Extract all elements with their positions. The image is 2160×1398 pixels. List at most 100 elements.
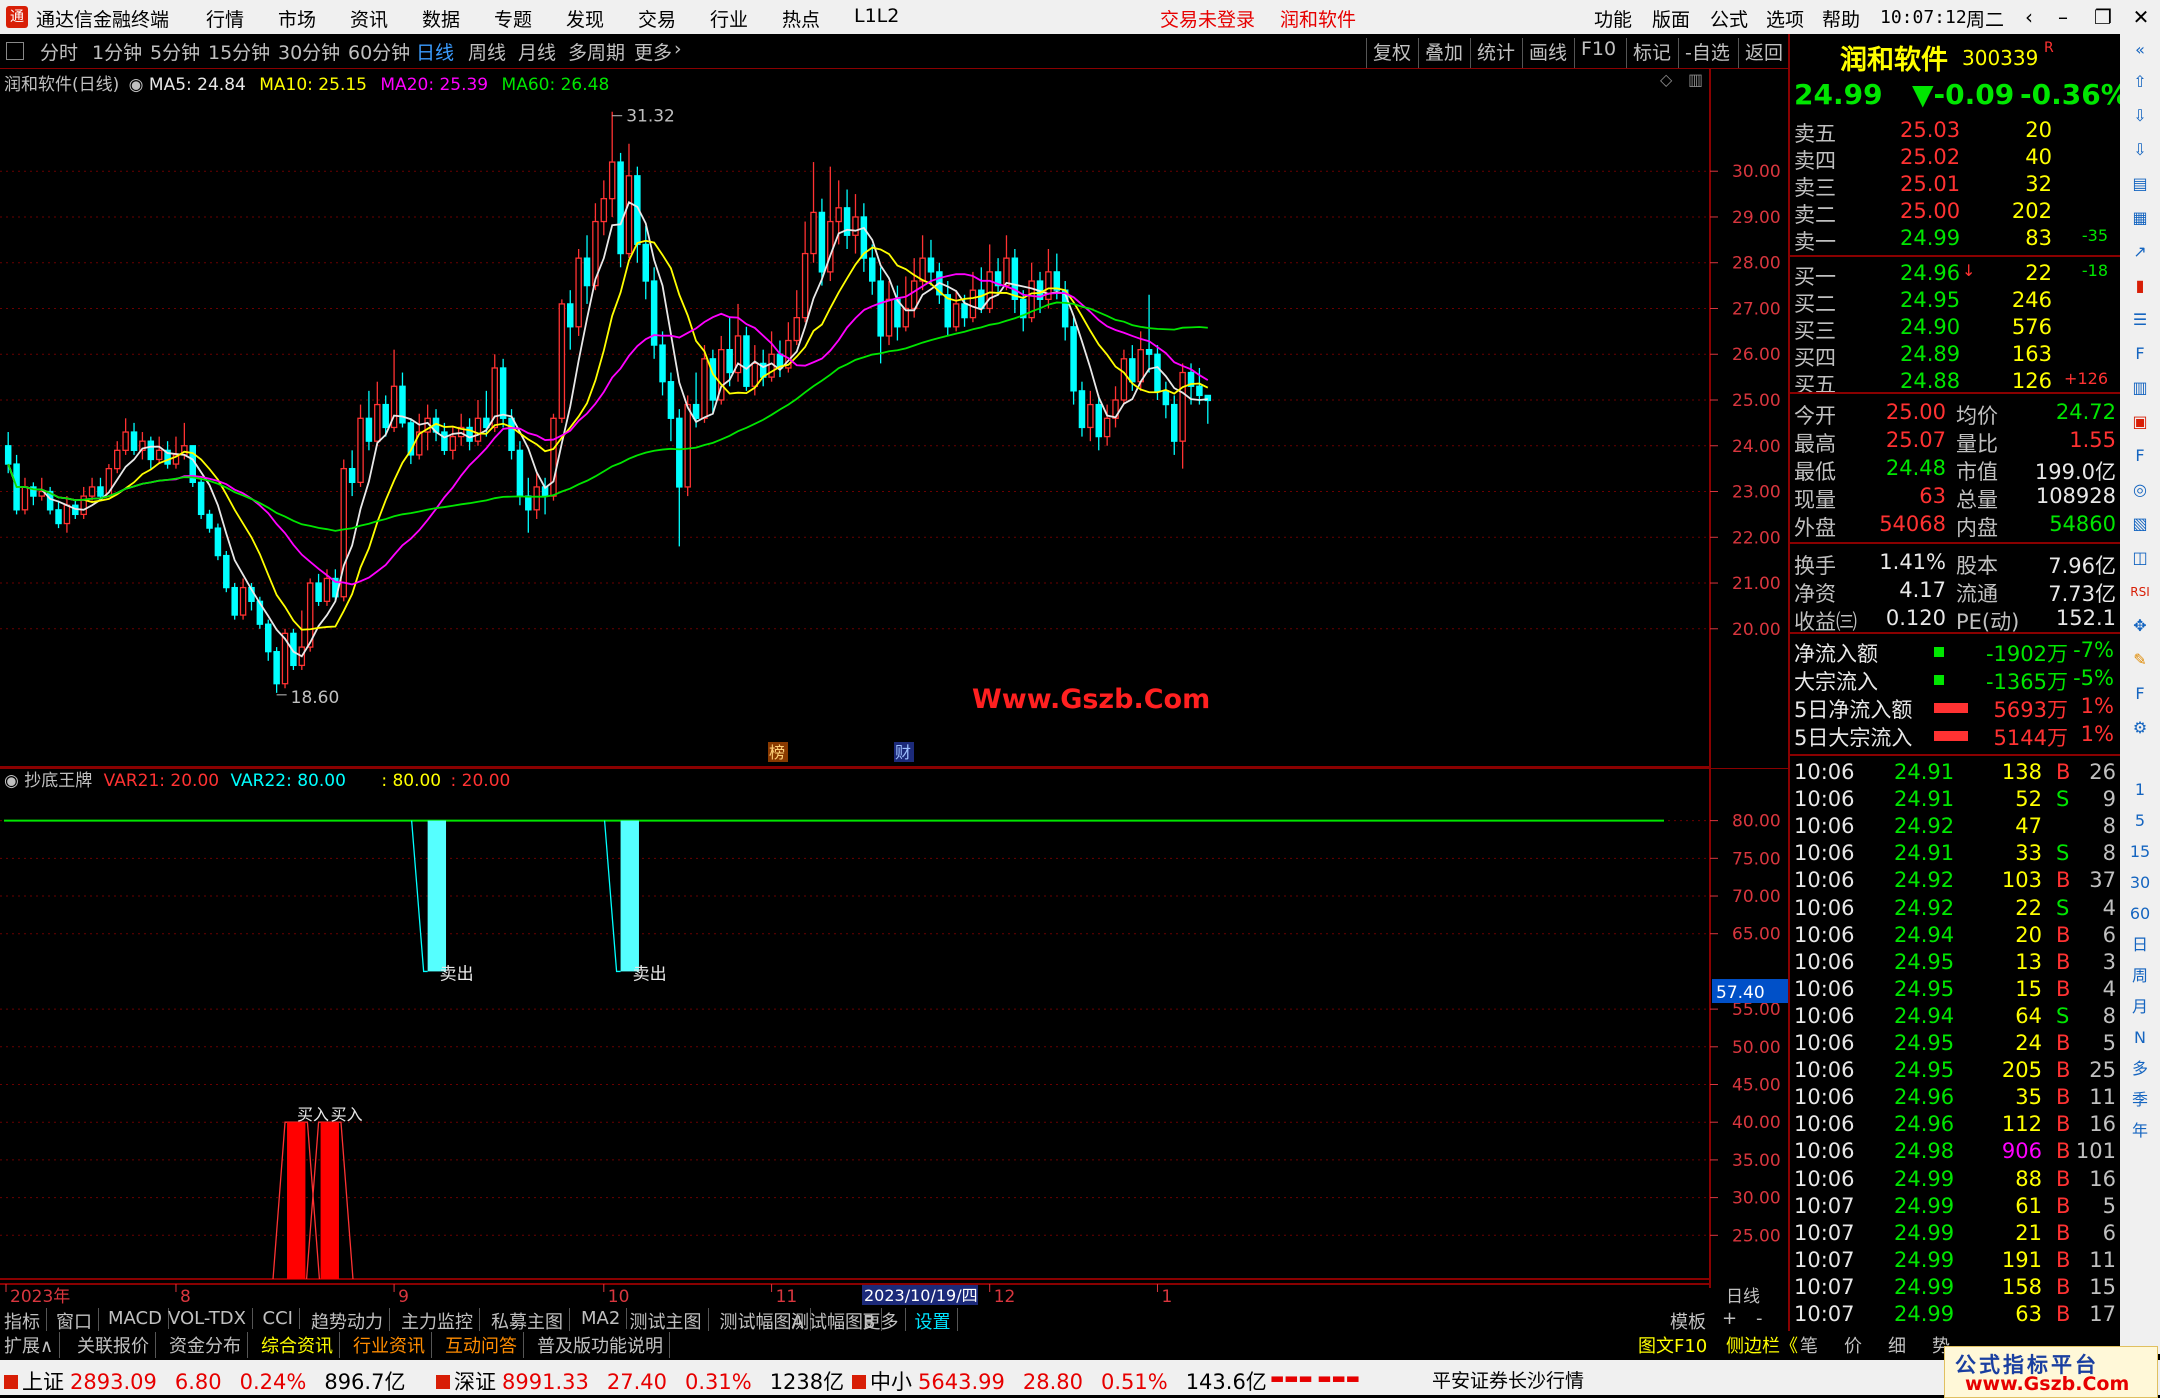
ext-tab-3[interactable]: 综合资讯 (261, 1332, 340, 1358)
btn-diejia[interactable]: 叠加 (1418, 38, 1463, 68)
arrow-up-icon[interactable]: ⇧ (2128, 70, 2152, 94)
tick-row[interactable]: 10:06 24.92 47 8 (1794, 814, 2116, 842)
tick-row[interactable]: 10:06 24.91 52 S 9 (1794, 787, 2116, 815)
period-shortcut-N[interactable]: N (2128, 1026, 2152, 1050)
ext-tab-1[interactable]: 关联报价 (77, 1332, 156, 1358)
tick-row[interactable]: 10:06 24.92 103 B 37 (1794, 868, 2116, 896)
period-shortcut-年[interactable]: 年 (2128, 1119, 2152, 1143)
menu-gongneng[interactable]: 功能 (1594, 5, 1632, 32)
btn-biaoji[interactable]: 标记 (1626, 38, 1671, 68)
tick-row[interactable]: 10:06 24.95 13 B 3 (1794, 950, 2116, 978)
back-nav-icon[interactable]: ‹ (2012, 3, 2046, 31)
period-60min[interactable]: 60分钟 (348, 38, 410, 65)
ext-tab-side-4[interactable]: 细 (1888, 1332, 1906, 1358)
ext-tab-sidebar[interactable]: 侧边栏《 (1726, 1332, 1798, 1358)
tick-row[interactable]: 10:07 24.99 63 B 17 (1794, 1302, 2116, 1330)
indicator-chart[interactable]: 80.00 75.00 70.00 65.00 55.00 50.00 45.00 40.00… (0, 768, 1788, 1288)
tick-row[interactable]: 10:06 24.92 22 S 4 (1794, 896, 2116, 924)
ext-tab-0[interactable]: 扩展∧ (4, 1332, 61, 1358)
rsi-icon[interactable]: RSI (2128, 580, 2152, 604)
gear-icon[interactable]: ⚙ (2128, 716, 2152, 740)
tab-plus[interactable]: + (1722, 1308, 1737, 1329)
ext-tab-2[interactable]: 资金分布 (169, 1332, 248, 1358)
ext-tab-6[interactable]: 普及版功能说明 (537, 1332, 670, 1358)
boxes-icon[interactable]: ▧ (2128, 512, 2152, 536)
menu-zhuanti[interactable]: 专题 (494, 5, 532, 32)
period-more[interactable]: 更多 (634, 38, 672, 65)
list-icon[interactable]: ☰ (2128, 308, 2152, 332)
tick-list[interactable]: 10:06 24.91 138 B 26 10:06 24.91 52 S 9 10:06 24.92… (1790, 754, 2120, 1354)
period-5min[interactable]: 5分钟 (150, 38, 200, 65)
tick-row[interactable]: 10:07 24.99 191 B 11 (1794, 1248, 2116, 1276)
tab-4[interactable]: CCI (263, 1308, 300, 1329)
news-icon[interactable]: ▣ (2128, 410, 2152, 434)
tick-row[interactable]: 10:06 24.95 24 B 5 (1794, 1031, 2116, 1059)
ext-tab-4[interactable]: 行业资讯 (353, 1332, 432, 1358)
tab-3[interactable]: VOL-TDX (168, 1308, 253, 1329)
period-shortcut-1[interactable]: 1 (2128, 778, 2152, 802)
index-0[interactable]: 上证 2893.09 6.80 0.24% 896.7亿 (4, 1366, 405, 1396)
period-shortcut-多[interactable]: 多 (2128, 1057, 2152, 1081)
tick-row[interactable]: 10:07 24.99 61 B 5 (1794, 1194, 2116, 1222)
grid-icon[interactable]: ▦ (2128, 206, 2152, 230)
btn-zixuan[interactable]: -自选 (1678, 38, 1730, 68)
menu-shuju[interactable]: 数据 (422, 5, 460, 32)
tab-8[interactable]: MA2 (581, 1308, 628, 1329)
chevron-right-icon[interactable]: › (674, 38, 682, 60)
arrow-down2-icon[interactable]: ⇩ (2128, 138, 2152, 162)
document-icon[interactable]: ▤ (2128, 172, 2152, 196)
layers-icon[interactable]: ◫ (2128, 546, 2152, 570)
btn-tongji[interactable]: 统计 (1470, 38, 1515, 68)
index-2[interactable]: 中小 5643.99 28.80 0.51% 143.6亿 (852, 1366, 1267, 1396)
btn-fuquan[interactable]: 复权 (1366, 38, 1411, 68)
period-shortcut-季[interactable]: 季 (2128, 1088, 2152, 1112)
menu-shichang[interactable]: 市场 (278, 5, 316, 32)
period-shortcut-5[interactable]: 5 (2128, 809, 2152, 833)
period-shortcut-60[interactable]: 60 (2128, 902, 2152, 926)
table-icon[interactable]: ▥ (2128, 376, 2152, 400)
period-15min[interactable]: 15分钟 (208, 38, 270, 65)
tick-row[interactable]: 10:06 24.91 138 B 26 (1794, 760, 2116, 788)
tick-row[interactable]: 10:06 24.98 906 B 101 (1794, 1139, 2116, 1167)
period-shortcut-30[interactable]: 30 (2128, 871, 2152, 895)
ext-tab-side-2[interactable]: 笔 (1800, 1332, 1818, 1358)
menu-zixun[interactable]: 资讯 (350, 5, 388, 32)
period-fenshi[interactable]: 分时 (40, 38, 78, 65)
period-daily[interactable]: 日线 (416, 38, 454, 65)
ext-tab-side-3[interactable]: 价 (1844, 1332, 1862, 1358)
menu-bangzhu[interactable]: 帮助 (1822, 5, 1860, 32)
tick-row[interactable]: 10:06 24.94 20 B 6 (1794, 923, 2116, 951)
period-30min[interactable]: 30分钟 (278, 38, 340, 65)
tick-row[interactable]: 10:06 24.95 205 B 25 (1794, 1058, 2116, 1086)
period-shortcut-15[interactable]: 15 (2128, 840, 2152, 864)
tab-2[interactable]: MACD (108, 1308, 169, 1329)
period-shortcut-日[interactable]: 日 (2128, 933, 2152, 957)
btn-f10[interactable]: F10 (1574, 38, 1616, 68)
period-monthly[interactable]: 月线 (518, 38, 556, 65)
fs-icon[interactable]: F (2128, 682, 2152, 706)
menu-l1l2[interactable]: L1L2 (854, 5, 899, 27)
btn-fanhui[interactable]: 返回 (1738, 38, 1783, 68)
restore-icon[interactable]: ❐ (2086, 3, 2120, 31)
toolbar-menu-icon[interactable] (6, 42, 24, 60)
ext-tab-5[interactable]: 互动问答 (445, 1332, 524, 1358)
menu-hangqing[interactable]: 行情 (206, 5, 244, 32)
menu-gongshi[interactable]: 公式 (1710, 5, 1748, 32)
tab-minus[interactable]: - (1756, 1308, 1763, 1329)
bar-chart-icon[interactable]: ▮ (2128, 274, 2152, 298)
f2-icon[interactable]: F (2128, 444, 2152, 468)
period-weekly[interactable]: 周线 (468, 38, 506, 65)
expand-left-icon[interactable]: « (2128, 38, 2152, 62)
menu-faxian[interactable]: 发现 (566, 5, 604, 32)
tick-row[interactable]: 10:07 24.99 158 B 15 (1794, 1275, 2116, 1303)
tick-row[interactable]: 10:06 24.94 64 S 8 (1794, 1004, 2116, 1032)
tick-row[interactable]: 10:06 24.96 112 B 16 (1794, 1112, 2116, 1140)
period-multi[interactable]: 多周期 (568, 38, 625, 65)
tick-row[interactable]: 10:06 24.95 15 B 4 (1794, 977, 2116, 1005)
login-status[interactable]: 交易未登录 (1160, 5, 1255, 32)
fin-icon[interactable]: F (2128, 342, 2152, 366)
close-icon[interactable]: ✕ (2124, 3, 2158, 31)
tick-row[interactable]: 10:06 24.99 88 B 16 (1794, 1167, 2116, 1195)
tick-row[interactable]: 10:06 24.96 35 B 11 (1794, 1085, 2116, 1113)
pencil-icon[interactable]: ✎ (2128, 648, 2152, 672)
